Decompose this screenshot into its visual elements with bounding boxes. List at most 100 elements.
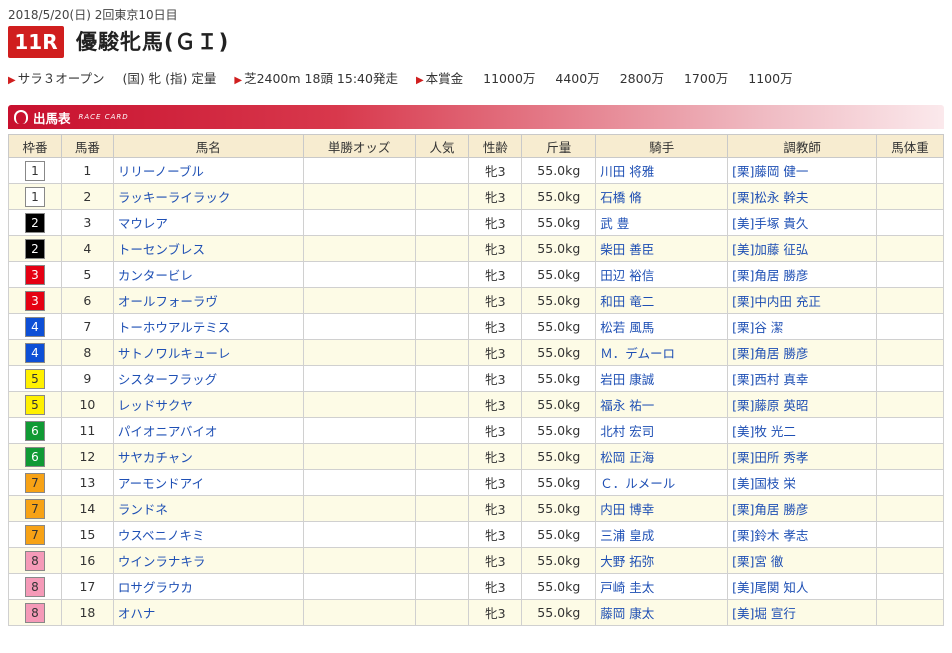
col-header-weight[interactable]: 斤量 bbox=[521, 134, 597, 158]
jockey-link[interactable]: 川田 将雅 bbox=[600, 164, 654, 179]
weight-cell: 55.0kg bbox=[521, 183, 597, 210]
trainer-cell: [美]堀 宣行 bbox=[727, 599, 878, 626]
sex-age-cell: 牝3 bbox=[468, 521, 523, 548]
trainer-cell: [栗]角居 勝彦 bbox=[727, 339, 878, 366]
jockey-cell: 石橋 脩 bbox=[595, 183, 729, 210]
horse-name-link[interactable]: サトノワルキューレ bbox=[118, 346, 231, 361]
horse-name-link[interactable]: ウインラナキラ bbox=[118, 554, 206, 569]
col-header-trainer[interactable]: 調教師 bbox=[727, 134, 878, 158]
weight-cell: 55.0kg bbox=[521, 313, 597, 340]
col-header-body-weight[interactable]: 馬体重 bbox=[876, 134, 944, 158]
trainer-link[interactable]: [美]手塚 貴久 bbox=[732, 216, 808, 231]
col-header-horse[interactable]: 馬名 bbox=[112, 134, 304, 158]
jockey-link[interactable]: 三浦 皇成 bbox=[600, 528, 654, 543]
odds-cell bbox=[302, 313, 416, 340]
weight-cell: 55.0kg bbox=[521, 469, 597, 496]
table-row: 8 17 ロサグラウカ 牝3 55.0kg 戸崎 圭太 [美]尾関 知人 bbox=[8, 573, 944, 600]
jockey-link[interactable]: 武 豊 bbox=[600, 216, 629, 231]
col-header-jockey[interactable]: 騎手 bbox=[595, 134, 729, 158]
horse-cell: ウインラナキラ bbox=[112, 547, 304, 574]
jockey-link[interactable]: 松岡 正海 bbox=[600, 450, 654, 465]
jockey-link[interactable]: 松若 風馬 bbox=[600, 320, 654, 335]
jockey-link[interactable]: 石橋 脩 bbox=[600, 190, 641, 205]
waku-badge: 6 bbox=[24, 446, 45, 467]
jockey-cell: 松若 風馬 bbox=[595, 313, 729, 340]
jockey-cell: 大野 拓弥 bbox=[595, 547, 729, 574]
trainer-link[interactable]: [栗]鈴木 孝志 bbox=[732, 528, 808, 543]
trainer-link[interactable]: [栗]藤原 英昭 bbox=[732, 398, 808, 413]
col-header-sex-age[interactable]: 性齢 bbox=[468, 134, 523, 158]
jockey-cell: 田辺 裕信 bbox=[595, 261, 729, 288]
trainer-link[interactable]: [美]堀 宣行 bbox=[732, 606, 796, 621]
horse-name-link[interactable]: パイオニアバイオ bbox=[118, 424, 218, 439]
trainer-link[interactable]: [栗]田所 秀孝 bbox=[732, 450, 808, 465]
popularity-cell bbox=[414, 157, 470, 184]
jockey-link[interactable]: 福永 祐一 bbox=[600, 398, 654, 413]
trainer-link[interactable]: [美]牧 光二 bbox=[732, 424, 796, 439]
sex-age-cell: 牝3 bbox=[468, 339, 523, 366]
jockey-link[interactable]: 和田 竜二 bbox=[600, 294, 654, 309]
horse-name-link[interactable]: トーホウアルテミス bbox=[118, 320, 230, 335]
jockey-link[interactable]: Ｍ．デムーロ bbox=[600, 346, 675, 361]
trainer-link[interactable]: [栗]角居 勝彦 bbox=[732, 268, 808, 283]
table-row: 2 3 マウレア 牝3 55.0kg 武 豊 [美]手塚 貴久 bbox=[8, 209, 944, 236]
umaban-cell: 8 bbox=[60, 339, 114, 366]
jockey-cell: 内田 博幸 bbox=[595, 495, 729, 522]
prize-4: 1700万 bbox=[683, 71, 729, 86]
jockey-link[interactable]: 岩田 康誠 bbox=[600, 372, 654, 387]
col-header-waku[interactable]: 枠番 bbox=[8, 134, 62, 158]
horse-name-link[interactable]: ラッキーライラック bbox=[118, 190, 231, 205]
trainer-link[interactable]: [栗]松永 幹夫 bbox=[732, 190, 808, 205]
horse-name-link[interactable]: ウスベニノキミ bbox=[118, 528, 205, 543]
horse-name-link[interactable]: ランドネ bbox=[118, 502, 168, 517]
jockey-link[interactable]: 北村 宏司 bbox=[600, 424, 654, 439]
col-header-odds[interactable]: 単勝オッズ bbox=[302, 134, 416, 158]
jockey-link[interactable]: 大野 拓弥 bbox=[600, 554, 654, 569]
trainer-link[interactable]: [栗]角居 勝彦 bbox=[732, 502, 808, 517]
trainer-link[interactable]: [栗]中内田 充正 bbox=[732, 294, 821, 309]
popularity-cell bbox=[414, 313, 470, 340]
weight-cell: 55.0kg bbox=[521, 599, 597, 626]
jockey-link[interactable]: Ｃ．ルメール bbox=[600, 476, 675, 491]
trainer-link[interactable]: [美]尾関 知人 bbox=[732, 580, 808, 595]
horse-name-link[interactable]: ロサグラウカ bbox=[118, 580, 193, 595]
trainer-link[interactable]: [栗]藤岡 健一 bbox=[732, 164, 808, 179]
prize-3: 2800万 bbox=[619, 71, 664, 86]
horse-name-link[interactable]: シスターフラッグ bbox=[118, 372, 217, 387]
trainer-link[interactable]: [栗]谷 潔 bbox=[732, 320, 783, 335]
weight-cell: 55.0kg bbox=[521, 209, 597, 236]
horse-name-link[interactable]: オハナ bbox=[118, 606, 156, 621]
horse-cell: リリーノーブル bbox=[112, 157, 304, 184]
jockey-link[interactable]: 戸崎 圭太 bbox=[600, 580, 654, 595]
trainer-link[interactable]: [栗]角居 勝彦 bbox=[732, 346, 808, 361]
trainer-link[interactable]: [美]加藤 征弘 bbox=[732, 242, 808, 257]
col-header-popularity[interactable]: 人気 bbox=[414, 134, 470, 158]
jockey-link[interactable]: 藤岡 康太 bbox=[600, 606, 654, 621]
horse-name-link[interactable]: マウレア bbox=[118, 216, 168, 231]
jockey-cell: 武 豊 bbox=[595, 209, 729, 236]
horse-name-link[interactable]: レッドサクヤ bbox=[118, 398, 193, 413]
table-row: 1 2 ラッキーライラック 牝3 55.0kg 石橋 脩 [栗]松永 幹夫 bbox=[8, 183, 944, 210]
body-weight-cell bbox=[876, 469, 944, 496]
col-header-umaban[interactable]: 馬番 bbox=[60, 134, 114, 158]
horse-name-link[interactable]: アーモンドアイ bbox=[118, 476, 204, 491]
jockey-link[interactable]: 内田 博幸 bbox=[600, 502, 654, 517]
sex-age-cell: 牝3 bbox=[468, 495, 523, 522]
horse-name-link[interactable]: リリーノーブル bbox=[118, 164, 204, 179]
trainer-link[interactable]: [栗]西村 真幸 bbox=[732, 372, 808, 387]
horse-name-link[interactable]: トーセンブレス bbox=[118, 242, 205, 257]
horse-cell: マウレア bbox=[112, 209, 304, 236]
horse-name-link[interactable]: オールフォーラヴ bbox=[118, 294, 218, 309]
trainer-link[interactable]: [美]国枝 栄 bbox=[732, 476, 796, 491]
jockey-link[interactable]: 柴田 善臣 bbox=[600, 242, 654, 257]
trainer-link[interactable]: [栗]宮 徹 bbox=[732, 554, 783, 569]
waku-cell: 6 bbox=[8, 417, 62, 444]
sex-age-cell: 牝3 bbox=[468, 365, 523, 392]
race-card-title: 出馬表 bbox=[33, 110, 71, 126]
waku-cell: 7 bbox=[8, 521, 62, 548]
horse-name-link[interactable]: サヤカチャン bbox=[118, 450, 193, 465]
horse-cell: オハナ bbox=[112, 599, 304, 626]
odds-cell bbox=[302, 365, 416, 392]
horse-name-link[interactable]: カンタービレ bbox=[118, 268, 193, 283]
jockey-link[interactable]: 田辺 裕信 bbox=[600, 268, 654, 283]
